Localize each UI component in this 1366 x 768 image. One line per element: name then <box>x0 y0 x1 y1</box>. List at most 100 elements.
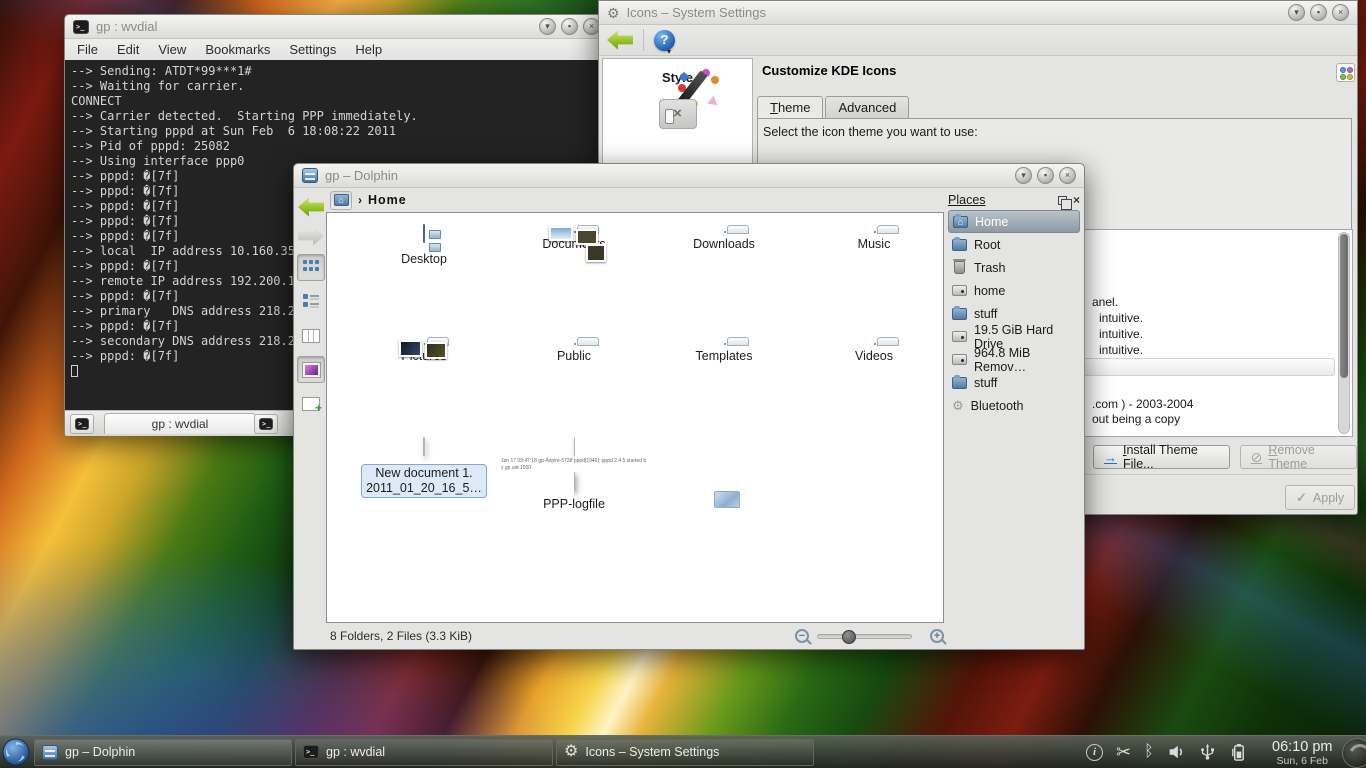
sidebar-item-style[interactable]: Style × <box>603 59 752 129</box>
app-launcher-icon[interactable] <box>1 737 31 767</box>
columns-view-icon <box>302 329 320 343</box>
tab-list-button[interactable]: >_ <box>254 414 278 434</box>
menu-bookmarks[interactable]: Bookmarks <box>205 42 270 57</box>
menu-settings[interactable]: Settings <box>289 42 336 57</box>
zoom-in-icon[interactable]: + <box>930 629 944 643</box>
system-settings-titlebar[interactable]: ⚙ Icons – System Settings ▾ ▪ × <box>599 1 1357 25</box>
install-theme-button[interactable]: → Install Theme File... <box>1093 445 1230 469</box>
place-item-trash[interactable]: Trash <box>948 256 1080 279</box>
file-item-new-document[interactable]: New document 1. 2011_01_20_16_5… <box>349 438 499 511</box>
selected-file-label: New document 1. 2011_01_20_16_5… <box>361 464 487 498</box>
battery-icon[interactable] <box>1230 743 1247 762</box>
zoom-slider-handle[interactable] <box>842 630 856 644</box>
split-view-button[interactable]: + <box>297 390 325 417</box>
help-icon[interactable]: ? <box>654 30 675 51</box>
apply-button[interactable]: ✓ Apply <box>1285 485 1355 510</box>
preview-icon <box>303 363 320 377</box>
zoom-out-icon[interactable]: − <box>795 629 809 643</box>
place-item-home[interactable]: ⌂ Home <box>948 210 1080 233</box>
minimize-button[interactable]: ▾ <box>1015 167 1032 184</box>
klipper-scissors-icon[interactable]: ✂ <box>1116 743 1131 761</box>
details-view-icon <box>303 294 319 309</box>
back-icon[interactable] <box>298 196 324 218</box>
place-item-removable[interactable]: 964.8 MiB Remov… <box>948 348 1080 371</box>
module-overview-icon[interactable] <box>1336 63 1355 82</box>
folder-label: Desktop <box>349 252 499 266</box>
folder-item-pictures[interactable]: Pictures <box>349 337 499 363</box>
columns-view-button[interactable] <box>297 322 325 349</box>
folder-item-documents[interactable]: Documents <box>499 225 649 266</box>
zoom-slider[interactable] <box>817 634 912 639</box>
close-panel-icon[interactable]: × <box>1073 193 1080 207</box>
terminal-menubar: File Edit View Bookmarks Settings Help <box>65 39 608 60</box>
folder-item-desktop[interactable]: Desktop <box>349 225 499 266</box>
theme-list-fragment: intuitive. <box>1099 343 1143 357</box>
kde-logo <box>2 738 30 766</box>
file-manager-icon <box>302 168 318 183</box>
theme-list-fragment: intuitive. <box>1099 311 1143 325</box>
usb-device-icon[interactable] <box>1198 743 1217 761</box>
maximize-button[interactable]: ▪ <box>1037 167 1054 184</box>
terminal-icon: >_ <box>303 745 319 759</box>
place-item-bluetooth[interactable]: ⚙ Bluetooth <box>948 394 1080 417</box>
theme-description-fragment: .com ) - 2003-2004 <box>1092 397 1193 411</box>
menu-view[interactable]: View <box>158 42 186 57</box>
close-button[interactable]: × <box>1059 167 1076 184</box>
back-icon[interactable] <box>607 29 633 51</box>
forward-icon[interactable] <box>298 225 324 247</box>
chevron-down-icon[interactable]: ▾ <box>667 47 671 56</box>
terminal-line: --> Starting pppd at Sun Feb 6 18:08:22 … <box>71 124 602 139</box>
folder-view[interactable]: Desktop Documents Downloads <box>326 212 944 623</box>
minimize-button[interactable]: ▾ <box>539 18 556 35</box>
task-wvdial[interactable]: >_ gp : wvdial <box>295 739 553 766</box>
place-item-root[interactable]: Root <box>948 233 1080 256</box>
scrollbar-thumb[interactable] <box>1340 234 1348 378</box>
home-icon: ⌂ <box>953 216 968 228</box>
bluetooth-icon[interactable]: ᛒ <box>1144 744 1154 760</box>
menu-edit[interactable]: Edit <box>117 42 139 57</box>
menu-file[interactable]: File <box>77 42 98 57</box>
desktop: >_ gp : wvdial ▾ ▪ × File Edit View Book… <box>0 0 1366 768</box>
maximize-button[interactable]: ▪ <box>561 18 578 35</box>
maximize-button[interactable]: ▪ <box>1310 4 1327 21</box>
terminal-titlebar[interactable]: >_ gp : wvdial ▾ ▪ × <box>65 15 608 39</box>
place-item-home-drive[interactable]: home <box>948 279 1080 302</box>
system-settings-title: Icons – System Settings <box>627 5 766 20</box>
folder-icon <box>952 308 967 320</box>
task-system-settings[interactable]: ⚙ Icons – System Settings <box>556 739 814 766</box>
folder-item-templates[interactable]: Templates <box>649 337 799 363</box>
file-item-ppp-logfile[interactable]: Jan 17 09:47:18 gp-Aspire-5738 pppd[1946… <box>499 438 649 511</box>
folder-item-downloads[interactable]: Downloads <box>649 225 799 266</box>
terminal-tab[interactable]: gp : wvdial <box>104 413 256 434</box>
menu-help[interactable]: Help <box>355 42 382 57</box>
close-button[interactable]: × <box>1332 4 1349 21</box>
blank-document-icon <box>423 437 425 456</box>
dolphin-window: gp – Dolphin ▾ ▪ × ⌂ › Home + <box>293 163 1085 650</box>
hardware-icon[interactable]: × <box>659 99 697 129</box>
blocked-icon: ⊘ <box>1251 449 1263 466</box>
tab-theme[interactable]: Theme <box>757 96 823 119</box>
breadcrumb-home-button[interactable]: ⌂ <box>330 191 352 210</box>
task-dolphin[interactable]: gp – Dolphin <box>34 739 292 766</box>
remove-theme-button[interactable]: ⊘ Remove Theme <box>1240 445 1357 469</box>
folder-label: Videos <box>799 349 944 363</box>
minimize-button[interactable]: ▾ <box>1288 4 1305 21</box>
device-notifier-icon[interactable]: i <box>1086 744 1103 761</box>
folder-item-videos[interactable]: Videos <box>799 337 944 363</box>
clock[interactable]: 06:10 pm Sun, 6 Feb <box>1272 736 1332 768</box>
folder-item-public[interactable]: Public <box>499 337 649 363</box>
new-tab-button[interactable]: >_ <box>70 414 94 434</box>
icons-view-button[interactable] <box>297 254 325 281</box>
float-panel-icon[interactable] <box>1058 196 1067 205</box>
place-item-stuff-2[interactable]: stuff <box>948 371 1080 394</box>
places-header[interactable]: Places × <box>948 190 1080 210</box>
tab-advanced[interactable]: Advanced <box>825 96 909 119</box>
dolphin-titlebar[interactable]: gp – Dolphin ▾ ▪ × <box>294 164 1084 188</box>
breadcrumb-home[interactable]: Home <box>368 193 407 207</box>
volume-icon[interactable] <box>1167 743 1185 761</box>
folder-item-music[interactable]: Music <box>799 225 944 266</box>
preview-toggle-button[interactable] <box>297 356 325 383</box>
panel-toolbox-icon[interactable] <box>1342 738 1366 768</box>
scrollbar[interactable] <box>1338 232 1350 434</box>
details-view-button[interactable] <box>297 288 325 315</box>
